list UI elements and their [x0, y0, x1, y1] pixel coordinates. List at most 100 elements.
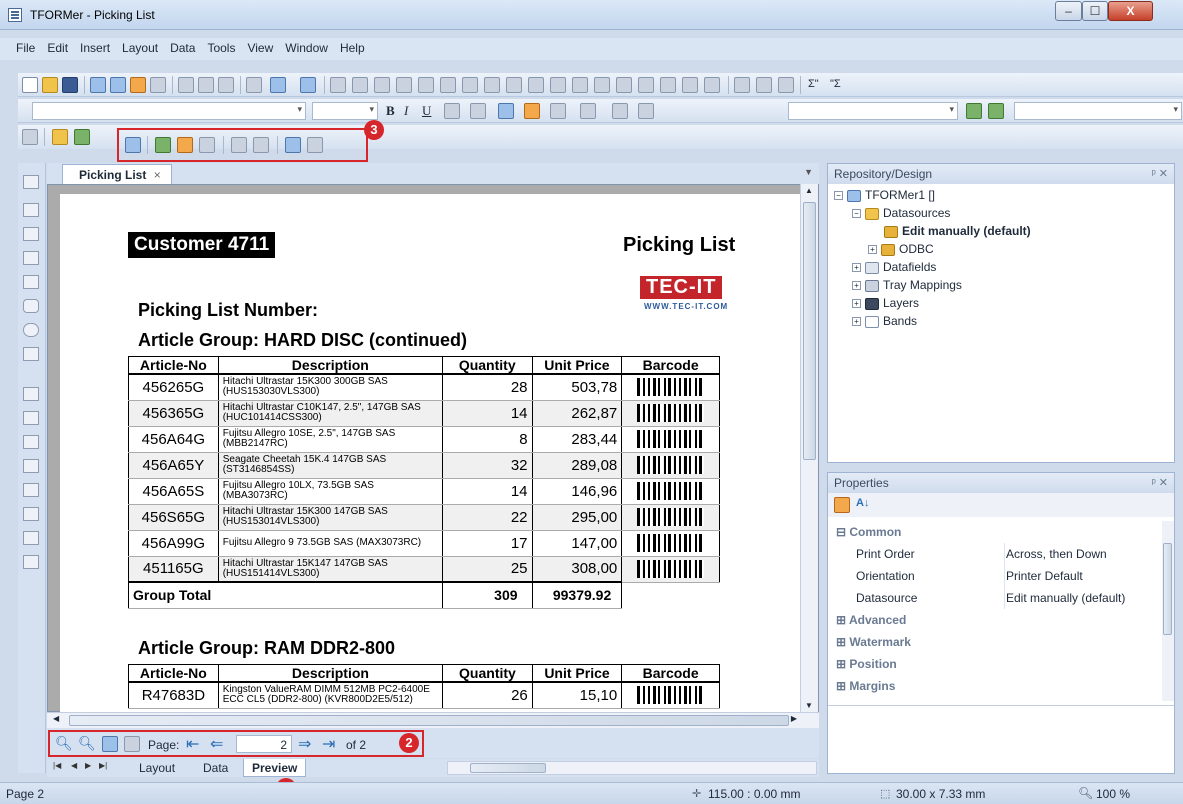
preview-icon[interactable] — [130, 77, 146, 93]
next-page-icon[interactable]: ⇒ — [298, 734, 311, 754]
menu-layout[interactable]: Layout — [116, 38, 164, 58]
align-text-icon[interactable] — [444, 103, 460, 119]
abc-tool-icon[interactable] — [23, 203, 39, 217]
pen-color-icon[interactable] — [580, 103, 596, 119]
tree-root[interactable]: − TFORMer1 [] — [834, 188, 935, 202]
space-horizontal-icon[interactable] — [528, 77, 544, 93]
menu-file[interactable]: File — [0, 38, 41, 58]
band-tool-icon[interactable] — [23, 483, 39, 497]
open-icon[interactable] — [42, 77, 58, 93]
print-icon[interactable] — [150, 77, 166, 93]
first-page-icon[interactable]: ⇤ — [186, 734, 199, 754]
tree-layers[interactable]: + Layers — [852, 296, 919, 310]
expand-icon[interactable]: ⊞ — [836, 679, 849, 693]
justify-icon[interactable] — [470, 103, 486, 119]
category-position[interactable]: ⊞ Position — [828, 653, 1162, 675]
vertical-scrollbar[interactable]: ▲ ▼ — [800, 184, 818, 712]
expand-icon[interactable]: + — [852, 299, 861, 309]
import-data-icon[interactable] — [177, 137, 193, 153]
bold-button[interactable]: B — [386, 103, 395, 119]
filter-off-icon[interactable] — [307, 137, 323, 153]
redo-icon[interactable] — [300, 77, 316, 93]
bring-front-icon[interactable] — [616, 77, 632, 93]
move-down-icon[interactable] — [988, 103, 1004, 119]
vertical-scroll-thumb[interactable] — [803, 202, 816, 460]
underline-button[interactable]: U — [422, 103, 431, 119]
border-icon[interactable] — [638, 103, 654, 119]
maximize-button[interactable]: ☐ — [1082, 1, 1108, 21]
tab-scroll-thumb[interactable] — [470, 763, 546, 773]
align-top-icon[interactable] — [396, 77, 412, 93]
open-data-icon[interactable] — [52, 129, 68, 145]
layout-icon[interactable] — [90, 77, 106, 93]
expand-icon[interactable]: + — [852, 281, 861, 291]
menu-insert[interactable]: Insert — [74, 38, 116, 58]
prev-page-icon[interactable]: ⇐ — [210, 734, 223, 754]
tab-close-icon[interactable]: × — [154, 168, 161, 182]
filter-icon[interactable] — [285, 137, 301, 153]
expression-icon[interactable] — [756, 77, 772, 93]
menu-view[interactable]: View — [241, 38, 279, 58]
two-page-icon[interactable] — [124, 736, 140, 752]
band-tool-icon[interactable] — [23, 531, 39, 545]
band-tool-icon[interactable] — [23, 411, 39, 425]
align-right-icon[interactable] — [374, 77, 390, 93]
tab-picking-list[interactable]: Picking List × — [62, 164, 172, 185]
band-tool-icon[interactable] — [23, 435, 39, 449]
bands-icon[interactable] — [778, 77, 794, 93]
zoom-in-icon[interactable]: 🔍︎ — [55, 735, 73, 752]
properties-scroll-thumb[interactable] — [1163, 543, 1172, 635]
font-size-combo[interactable] — [312, 102, 378, 120]
collapse-icon[interactable]: − — [834, 191, 843, 201]
ellipse-tool-icon[interactable] — [23, 323, 39, 337]
align-middle-icon[interactable] — [418, 77, 434, 93]
same-size-icon[interactable] — [506, 77, 522, 93]
app-icon[interactable] — [8, 8, 22, 22]
copy-icon[interactable] — [198, 77, 214, 93]
category-watermark[interactable]: ⊞ Watermark — [828, 631, 1162, 653]
undo-icon[interactable] — [270, 77, 286, 93]
scroll-down-icon[interactable]: ▼ — [805, 701, 813, 710]
align-center-icon[interactable] — [352, 77, 368, 93]
tree-tray-mappings[interactable]: + Tray Mappings — [852, 278, 962, 292]
expand-icon[interactable]: ⊞ — [836, 635, 849, 649]
properties-scrollbar[interactable] — [1162, 521, 1174, 701]
property-row[interactable]: Datasource Edit manually (default) — [828, 587, 1162, 609]
sort-alpha-icon[interactable]: A↓ — [856, 497, 869, 509]
space-vertical-icon[interactable] — [550, 77, 566, 93]
image-tool-icon[interactable] — [23, 347, 39, 361]
paste-icon[interactable] — [218, 77, 234, 93]
fill-color-icon[interactable] — [524, 103, 540, 119]
tab-layout[interactable]: Layout — [131, 759, 183, 777]
delete-icon[interactable] — [246, 77, 262, 93]
pin-close-icon[interactable]: ᵖ ✕ — [1152, 167, 1168, 180]
last-page-icon[interactable]: ⇥ — [322, 734, 335, 754]
page-number-input[interactable]: 2 — [236, 735, 292, 753]
field-list-icon[interactable] — [734, 77, 750, 93]
font-color-icon[interactable] — [498, 103, 514, 119]
clear-data-icon[interactable] — [253, 137, 269, 153]
tree-datasources[interactable]: − Datasources — [852, 206, 950, 220]
expand-icon[interactable]: ⊞ — [836, 613, 849, 627]
scroll-up-icon[interactable]: ▲ — [805, 186, 813, 195]
data-icon[interactable] — [110, 77, 126, 93]
rectangle-tool-icon[interactable] — [23, 275, 39, 289]
menu-help[interactable]: Help — [334, 38, 371, 58]
scroll-left-icon[interactable]: ◀ — [53, 714, 59, 723]
tree-bands[interactable]: + Bands — [852, 314, 917, 328]
page-view-icon[interactable] — [102, 736, 118, 752]
datasource-icon[interactable] — [155, 137, 171, 153]
grid-icon[interactable] — [660, 77, 676, 93]
same-height-icon[interactable] — [484, 77, 500, 93]
save-icon[interactable] — [62, 77, 78, 93]
zoom-icon[interactable]: 🔍︎ — [1078, 786, 1093, 800]
property-row[interactable]: Orientation Printer Default — [828, 565, 1162, 587]
horizontal-scroll-thumb[interactable] — [69, 715, 789, 726]
category-margins[interactable]: ⊞ Margins — [828, 675, 1162, 697]
band-select-combo[interactable] — [788, 102, 958, 120]
text-tool-icon[interactable] — [23, 175, 39, 189]
zoom-out-icon[interactable]: 🔍︎ — [78, 735, 96, 752]
send-back-icon[interactable] — [638, 77, 654, 93]
tab-data[interactable]: Data — [195, 759, 236, 777]
tab-scrollbar[interactable] — [447, 761, 817, 775]
